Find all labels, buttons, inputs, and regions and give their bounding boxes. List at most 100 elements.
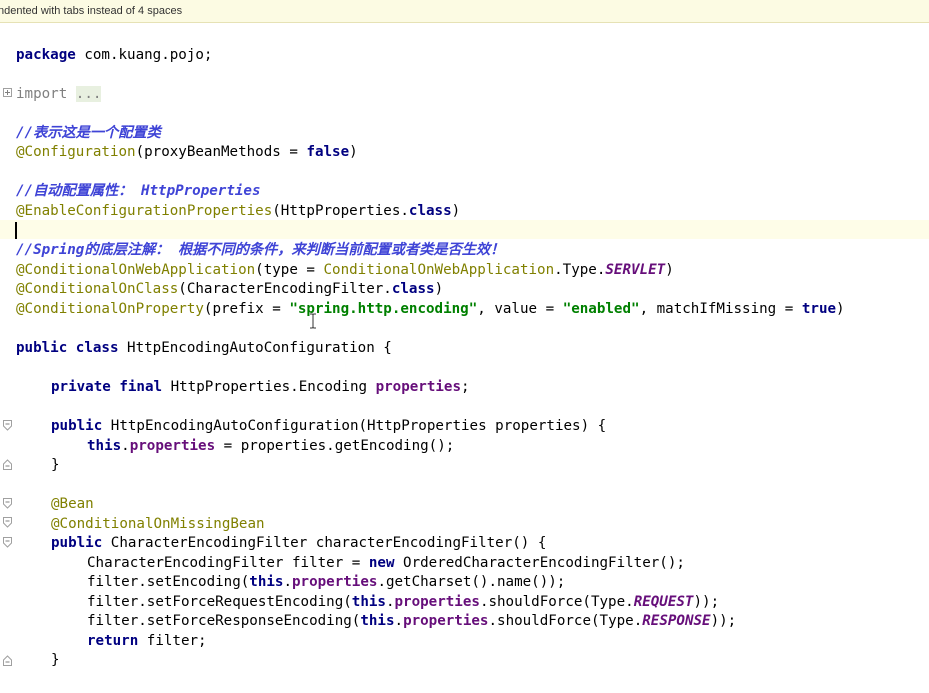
ibeam-cursor-icon (308, 313, 318, 329)
keyword: this (87, 438, 122, 454)
field: properties (375, 379, 462, 395)
annotation: @Configuration (16, 144, 136, 160)
code-line[interactable]: @ConditionalOnMissingBean (51, 515, 265, 534)
field: properties (129, 438, 216, 454)
fold-collapse-icon[interactable] (3, 517, 12, 528)
code-line[interactable]: } (51, 456, 60, 475)
annotation: @ConditionalOnWebApplication (16, 262, 256, 278)
code-text: .getCharset().name()); (377, 574, 566, 590)
code-text: filter.setEncoding( (87, 574, 250, 590)
folded-imports[interactable]: ... (75, 86, 102, 102)
keyword: this (249, 574, 284, 590)
code-text: (type = (255, 262, 324, 278)
string-literal: "enabled" (562, 301, 640, 317)
code-text: } (51, 652, 60, 668)
code-line[interactable]: filter.setEncoding(this.properties.getCh… (87, 573, 565, 592)
field: properties (403, 613, 489, 629)
code-editor[interactable]: package com.kuang.pojo; import ... //表示这… (0, 23, 929, 693)
annotation: @ConditionalOnClass (16, 281, 179, 297)
code-line[interactable]: @Bean (51, 495, 94, 514)
code-line[interactable]: return filter; (87, 632, 207, 651)
annotation: @EnableConfigurationProperties (16, 203, 273, 219)
fold-collapse-icon[interactable] (3, 498, 12, 509)
code-line[interactable]: @Configuration(proxyBeanMethods = false) (16, 143, 358, 162)
comment: //表示这是一个配置类 (16, 125, 161, 141)
code-text: ; (461, 379, 470, 395)
code-line[interactable]: @EnableConfigurationProperties(HttpPrope… (16, 202, 460, 221)
current-line-highlight (0, 220, 929, 239)
code-line[interactable]: //Spring的底层注解： 根据不同的条件，来判断当前配置或者类是否生效！ (16, 241, 504, 260)
annotation: ConditionalOnWebApplication (323, 262, 555, 278)
constant: REQUEST (633, 594, 694, 610)
code-text: CharacterEncodingFilter characterEncodin… (102, 535, 547, 551)
code-text: = properties.getEncoding(); (215, 438, 455, 454)
code-text: filter; (138, 633, 207, 649)
code-text: filter.setForceResponseEncoding( (87, 613, 361, 629)
notification-text: ndented with tabs instead of 4 spaces (0, 5, 183, 17)
code-text: } (51, 457, 60, 473)
code-text: , value = (477, 301, 563, 317)
code-text: .Type. (554, 262, 606, 278)
code-text: ) (451, 203, 461, 219)
code-line[interactable]: public CharacterEncodingFilter character… (51, 534, 546, 553)
fold-end-icon[interactable] (3, 459, 12, 470)
code-text: HttpEncodingAutoConfiguration { (118, 340, 392, 356)
code-text: )); (693, 594, 720, 610)
code-text: , matchIfMissing = (639, 301, 802, 317)
keyword: new (368, 555, 395, 571)
keyword: this (351, 594, 386, 610)
annotation: @Bean (51, 496, 94, 512)
code-text: .shouldForce(Type. (488, 613, 643, 629)
code-line[interactable]: @ConditionalOnClass(CharacterEncodingFil… (16, 280, 443, 299)
code-text: .shouldForce(Type. (479, 594, 634, 610)
code-text: ) (349, 144, 358, 160)
code-text: (HttpProperties. (272, 203, 409, 219)
constant: SERVLET (605, 262, 666, 278)
keyword: class (408, 203, 452, 219)
code-line[interactable]: this.properties = properties.getEncoding… (87, 437, 454, 456)
code-text: ) (836, 301, 845, 317)
code-line[interactable]: filter.setForceRequestEncoding(this.prop… (87, 593, 719, 612)
field: properties (292, 574, 378, 590)
code-text: (CharacterEncodingFilter. (178, 281, 392, 297)
comment: //自动配置属性： HttpProperties (16, 183, 261, 199)
keyword: false (306, 144, 350, 160)
fold-expand-icon[interactable] (3, 87, 12, 98)
fold-end-icon[interactable] (3, 655, 12, 666)
fold-collapse-icon[interactable] (3, 420, 12, 431)
code-line[interactable]: CharacterEncodingFilter filter = new Ord… (87, 554, 685, 573)
code-line[interactable]: @ConditionalOnProperty(prefix = "spring.… (16, 300, 845, 319)
code-text: ) (434, 281, 444, 297)
code-text: OrderedCharacterEncodingFilter(); (394, 555, 685, 571)
code-text: )); (710, 613, 737, 629)
code-text: . (121, 438, 130, 454)
keyword: public (51, 418, 103, 434)
field: properties (394, 594, 480, 610)
code-line[interactable]: @ConditionalOnWebApplication(type = Cond… (16, 261, 674, 280)
code-text: (proxyBeanMethods = (135, 144, 307, 160)
code-text: ) (665, 262, 674, 278)
code-line[interactable]: filter.setForceResponseEncoding(this.pro… (87, 612, 736, 631)
code-text: filter.setForceRequestEncoding( (87, 594, 352, 610)
code-text: . (385, 594, 395, 610)
code-text: com.kuang.pojo; (75, 47, 213, 63)
editor-gutter (0, 23, 14, 693)
code-line[interactable]: public HttpEncodingAutoConfiguration(Htt… (51, 417, 606, 436)
code-line[interactable]: } (51, 651, 60, 670)
code-line[interactable]: package com.kuang.pojo; (16, 46, 212, 65)
code-text: . (394, 613, 404, 629)
editor-notification-bar: ndented with tabs instead of 4 spaces (0, 0, 929, 23)
comment: //Spring的底层注解： 根据不同的条件，来判断当前配置或者类是否生效！ (16, 242, 505, 258)
code-line[interactable]: //自动配置属性： HttpProperties (16, 182, 261, 201)
code-line[interactable]: //表示这是一个配置类 (16, 124, 161, 143)
constant: RESPONSE (642, 613, 711, 629)
keyword: private final (51, 379, 163, 395)
text-caret (15, 222, 17, 239)
fold-collapse-icon[interactable] (3, 537, 12, 548)
code-text: HttpEncodingAutoConfiguration(HttpProper… (102, 418, 607, 434)
code-line[interactable]: import ... (16, 85, 102, 104)
code-line[interactable]: public class HttpEncodingAutoConfigurati… (16, 339, 392, 358)
keyword: true (801, 301, 837, 317)
code-line[interactable]: private final HttpProperties.Encoding pr… (51, 378, 470, 397)
keyword: this (360, 613, 395, 629)
